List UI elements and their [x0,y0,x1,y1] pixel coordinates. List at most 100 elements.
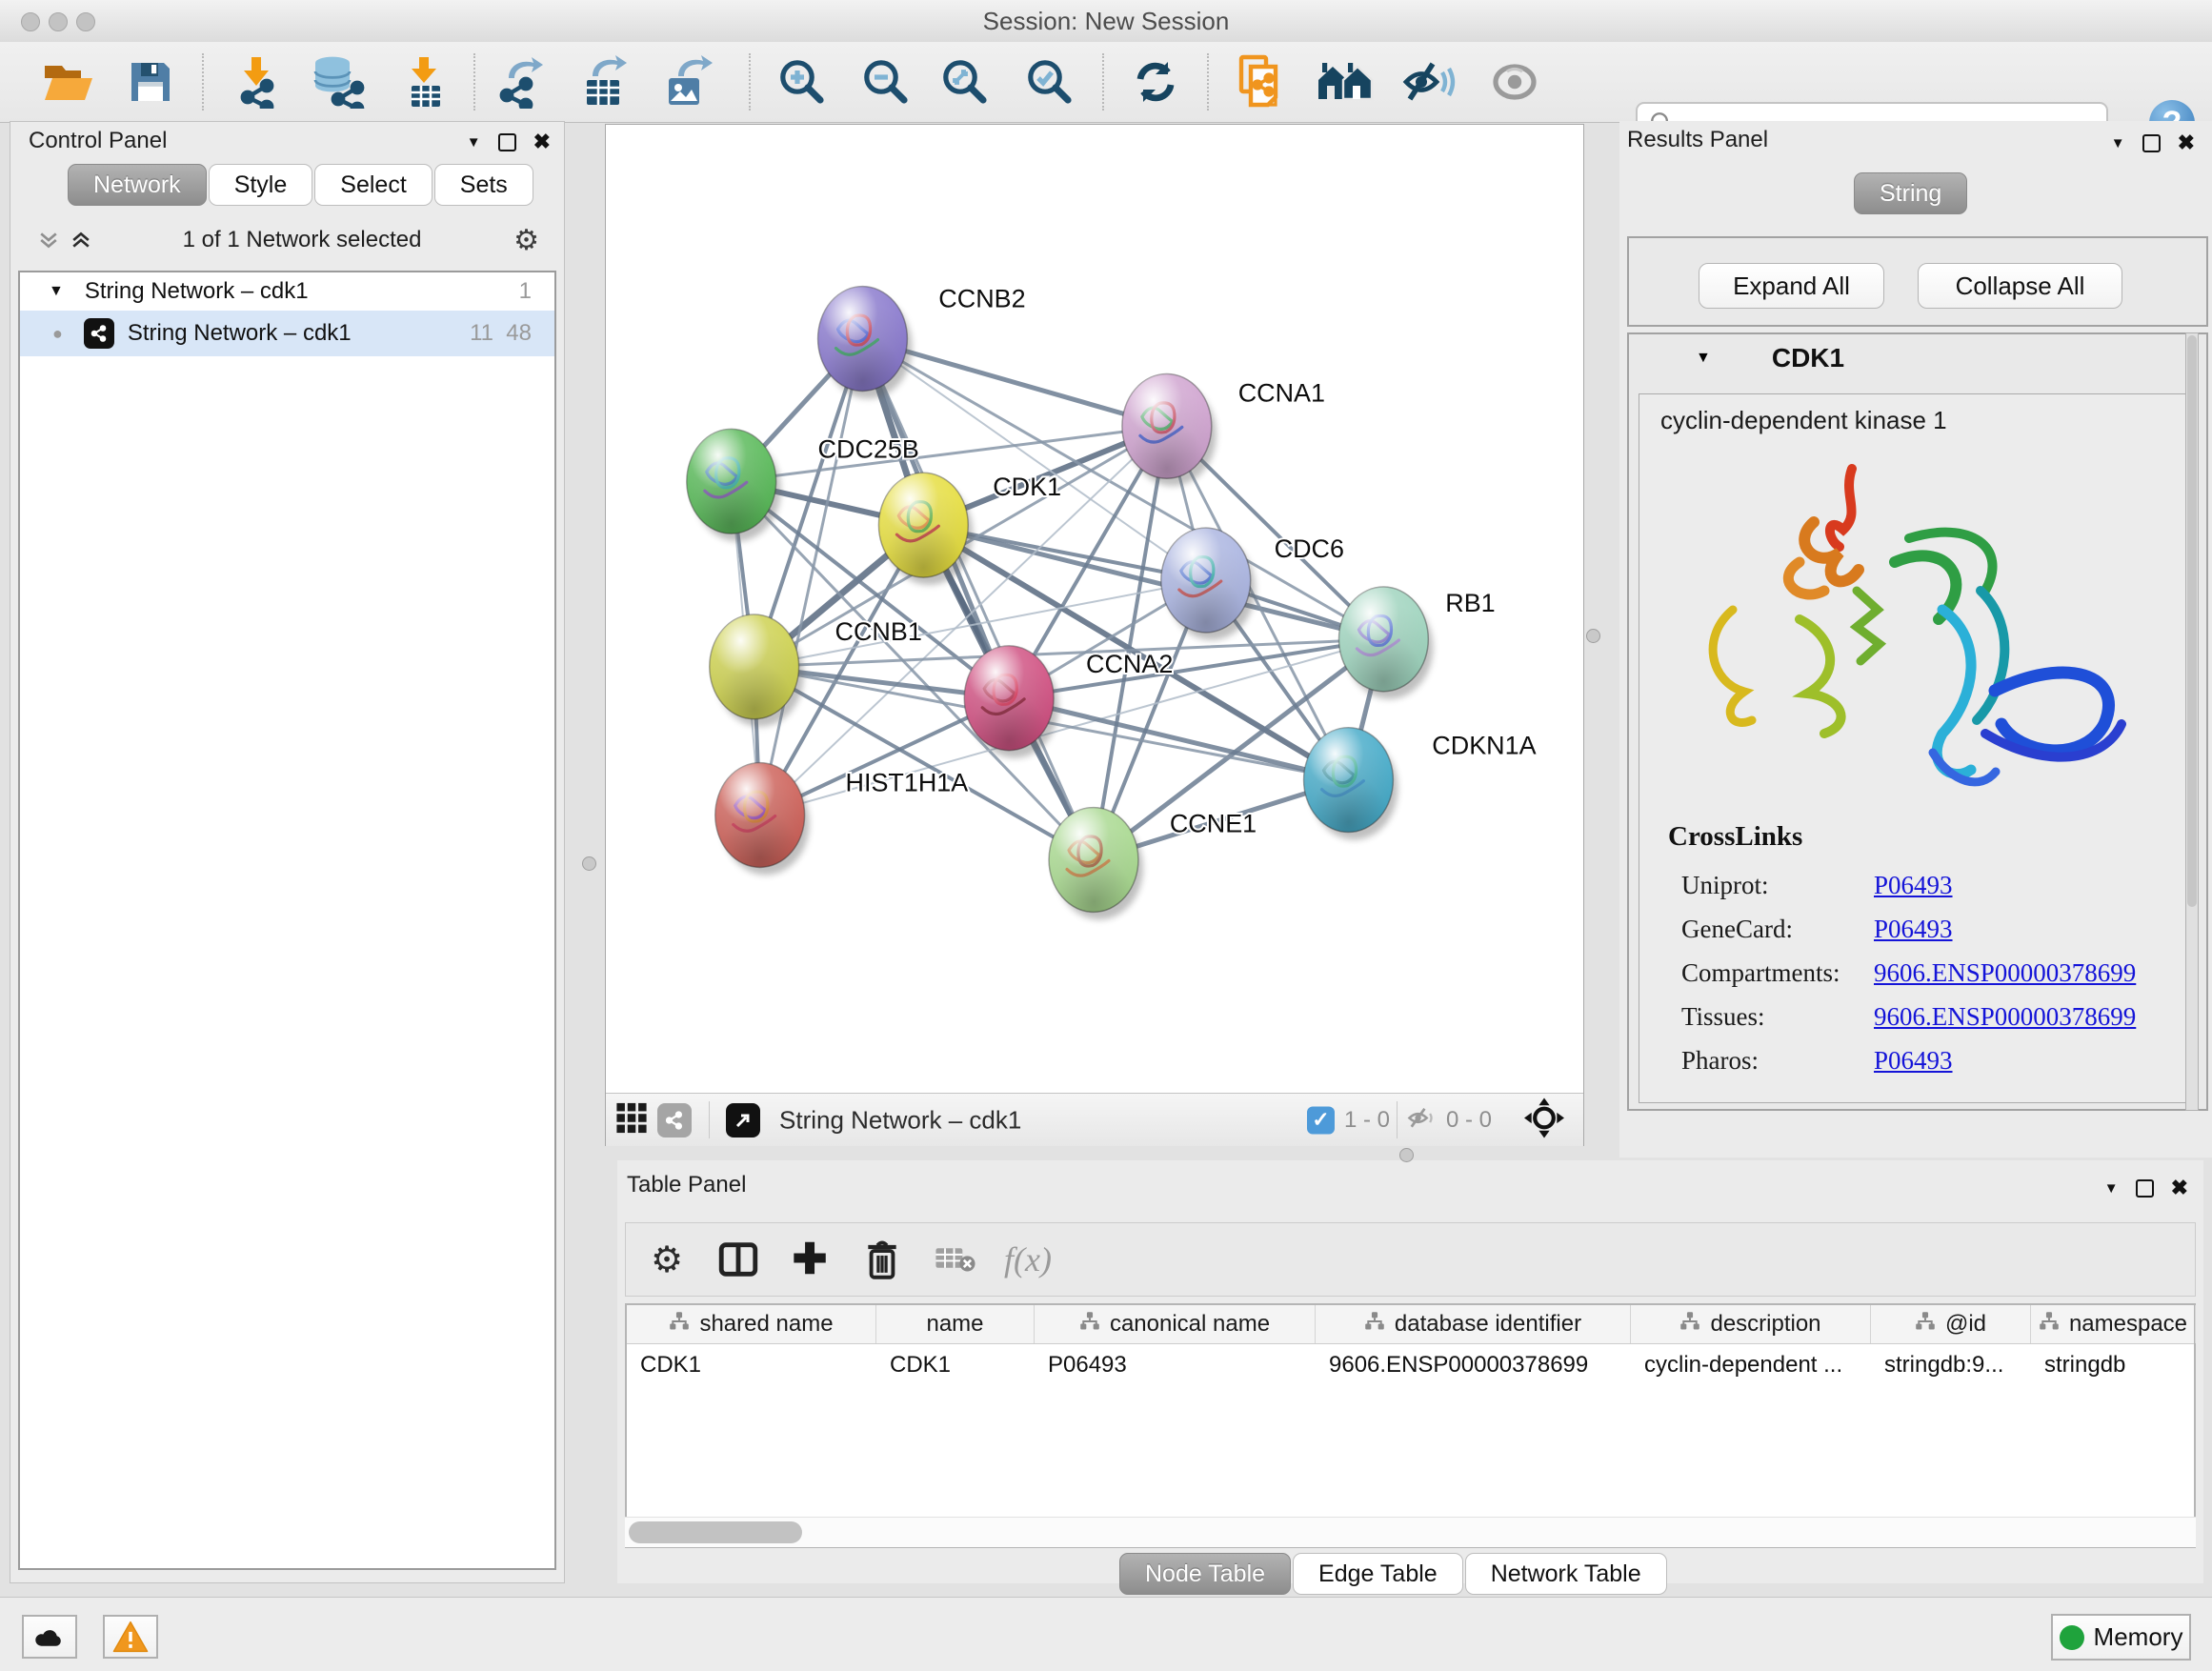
collapse-panel-icon[interactable]: ▼ [2104,1180,2119,1197]
column-header-canonical-name[interactable]: canonical name [1035,1305,1316,1343]
zoom-selected-button[interactable] [1020,52,1079,111]
network-node-ccne1[interactable] [1049,808,1143,920]
close-panel-icon[interactable]: ✖ [2178,131,2195,155]
string-view-icon[interactable] [657,1103,692,1137]
tab-sets[interactable]: Sets [434,164,533,206]
import-network-from-database-button[interactable] [309,52,368,111]
clone-network-button[interactable] [1232,52,1291,111]
tab-edge-table[interactable]: Edge Table [1293,1553,1463,1595]
save-session-button[interactable] [121,52,180,111]
function-builder-icon[interactable]: f(x) [1004,1239,1052,1279]
selected-nodes-checkbox[interactable]: ✓ [1307,1106,1335,1134]
table-row[interactable]: CDK1CDK1P064939606.ENSP00000378699cyclin… [627,1344,2194,1386]
network-node-ccnb2[interactable] [818,287,913,399]
refresh-button[interactable] [1126,52,1185,111]
expand-all-button[interactable]: Expand All [1699,263,1884,309]
show-grid-icon[interactable] [615,1101,648,1138]
network-node-ccnb1[interactable] [710,614,804,727]
collapse-panel-icon[interactable]: ▼ [467,134,481,151]
table-options-gear-icon[interactable]: ⚙ [651,1238,683,1280]
tab-network-table[interactable]: Network Table [1465,1553,1667,1595]
tab-style[interactable]: Style [209,164,313,206]
network-graph[interactable]: CCNB2CCNA1CDC25BCDK1CDC6RB1CCNB1CCNA2CDK… [606,125,1583,1093]
home-string-button[interactable] [1316,52,1375,111]
table-cell[interactable]: stringdb [2031,1344,2196,1386]
table-cell[interactable]: 9606.ENSP00000378699 [1316,1344,1631,1386]
table-cell[interactable]: stringdb:9... [1871,1344,2031,1386]
cloud-button[interactable] [22,1615,77,1659]
tab-node-table[interactable]: Node Table [1119,1553,1291,1595]
table-cell[interactable]: CDK1 [627,1344,876,1386]
birdseye-view-icon[interactable] [1524,1097,1564,1142]
network-canvas[interactable]: CCNB2CCNA1CDC25BCDK1CDC6RB1CCNB1CCNA2CDK… [606,125,1583,1093]
gene-section-header[interactable]: ▼ CDK1 [1629,334,2206,382]
column-header-id[interactable]: @id [1871,1305,2031,1343]
import-network-button[interactable] [228,52,287,111]
network-node-ccna1[interactable] [1122,373,1217,486]
crosslink-link[interactable]: P06493 [1874,871,1953,900]
export-table-button[interactable] [574,52,633,111]
collapse-all-button[interactable]: Collapse All [1918,263,2122,309]
column-header-description[interactable]: description [1631,1305,1871,1343]
delete-column-trash-icon[interactable] [863,1238,901,1280]
delete-table-icon[interactable] [935,1243,976,1276]
results-scrollbar-thumb[interactable] [2187,335,2197,907]
table-scrollbar-thumb[interactable] [629,1521,802,1543]
zoom-out-button[interactable] [856,52,915,111]
table-cell[interactable]: P06493 [1035,1344,1316,1386]
tab-network[interactable]: Network [68,164,207,206]
export-image-button[interactable] [658,52,717,111]
network-edge-CCNB2-HIST1H1A[interactable] [760,339,863,815]
crosslink-link[interactable]: P06493 [1874,915,1953,944]
column-header-shared-name[interactable]: shared name [627,1305,876,1343]
table-horizontal-scrollbar[interactable] [625,1517,2196,1547]
float-panel-icon[interactable] [2142,134,2161,152]
import-table-button[interactable] [395,52,454,111]
warning-button[interactable] [103,1615,158,1659]
zoom-in-button[interactable] [773,52,832,111]
expand-all-icon[interactable] [71,230,90,251]
table-cell[interactable]: CDK1 [876,1344,1035,1386]
column-header-database-identifier[interactable]: database identifier [1316,1305,1631,1343]
float-panel-icon[interactable] [2136,1179,2154,1198]
network-node-cdk1[interactable] [878,473,973,585]
network-row-selected[interactable]: ● String Network – cdk1 11 48 [20,311,554,356]
crosslink-link[interactable]: 9606.ENSP00000378699 [1874,1002,2136,1032]
statusbar-separator [1397,1101,1398,1138]
float-panel-icon[interactable] [498,133,516,151]
section-expander-icon[interactable]: ▼ [1696,350,1711,367]
create-column-plus-icon[interactable]: ✚ [793,1236,828,1284]
collapse-panel-icon[interactable]: ▼ [2111,135,2125,151]
hide-unhide-button[interactable] [1399,52,1458,111]
crosslink-link[interactable]: 9606.ENSP00000378699 [1874,958,2136,988]
table-cell[interactable]: cyclin-dependent ... [1631,1344,1871,1386]
tree-expander-icon[interactable]: ▼ [49,283,64,300]
export-network-button[interactable] [491,52,550,111]
splitter-handle[interactable] [582,856,596,871]
crosslink-link[interactable]: P06493 [1874,1046,1953,1076]
column-tree-icon [1679,1311,1700,1339]
network-node-rb1[interactable] [1338,587,1433,699]
memory-button[interactable]: Memory [2051,1614,2191,1661]
network-options-gear-icon[interactable]: ⚙ [513,224,539,257]
open-session-button[interactable] [39,52,98,111]
splitter-handle[interactable] [1399,1148,1414,1162]
show-graphics-details-button[interactable] [1485,52,1544,111]
open-in-window-icon[interactable] [726,1103,760,1137]
collapse-all-icon[interactable] [39,230,58,251]
network-collection-row[interactable]: ▼ String Network – cdk1 1 [20,272,554,311]
close-panel-icon[interactable]: ✖ [2171,1176,2188,1200]
network-node-cdkn1a[interactable] [1304,728,1398,840]
network-node-hist1h1a[interactable] [715,763,810,876]
column-header-name[interactable]: name [876,1305,1035,1343]
tab-select[interactable]: Select [314,164,432,206]
column-header-namespace[interactable]: namespace [2031,1305,2196,1343]
show-columns-icon[interactable] [718,1240,758,1278]
zoom-fit-button[interactable] [935,52,995,111]
splitter-handle[interactable] [1586,629,1600,643]
close-panel-icon[interactable]: ✖ [533,130,551,154]
hidden-items-eye-icon[interactable] [1406,1104,1437,1136]
network-node-cdc6[interactable] [1161,528,1256,640]
tab-string[interactable]: String [1854,172,1967,214]
results-scrollbar[interactable] [2185,332,2199,1111]
